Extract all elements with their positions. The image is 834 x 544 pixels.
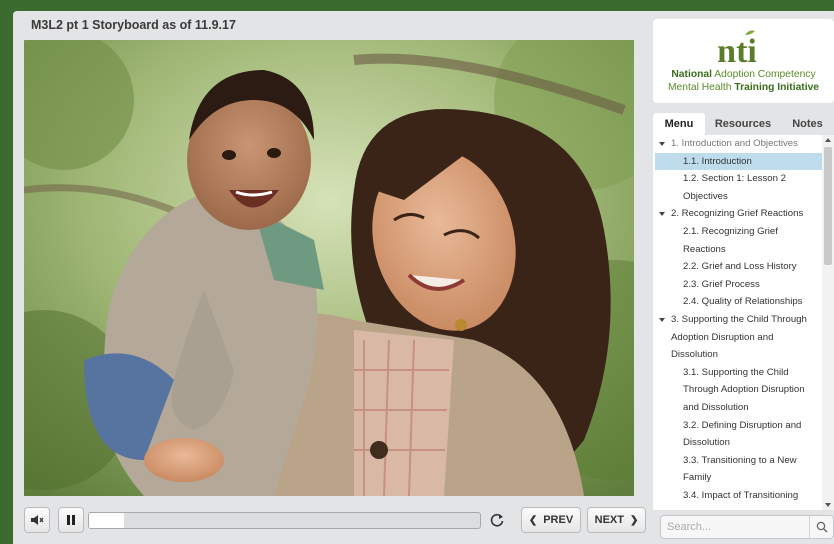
sidebar: nti National Adoption Competency Mental … [653, 19, 834, 544]
menu-item[interactable]: Adoption Disruption and [653, 329, 822, 347]
pause-button[interactable] [58, 507, 84, 533]
menu-item[interactable]: 2.1. Recognizing Grief [653, 223, 822, 241]
tab-resources[interactable]: Resources [705, 113, 781, 135]
menu-scrollbar[interactable] [822, 135, 834, 510]
logo: nti National Adoption Competency Mental … [653, 19, 834, 103]
menu-item-label: 1.2. Section 1: Lesson 2 [683, 173, 786, 185]
menu-item[interactable]: 3.4. Impact of Transitioning [653, 487, 822, 505]
menu-item-label: 2.3. Grief Process [683, 278, 760, 290]
menu-item[interactable]: Reactions [653, 241, 822, 259]
tab-notes[interactable]: Notes [781, 113, 834, 135]
next-label: NEXT [594, 514, 624, 526]
menu-item-label: Reactions [683, 243, 726, 255]
slide-image [24, 40, 634, 496]
logo-line2-bold: Training Initiative [734, 82, 820, 93]
progress-bar[interactable] [88, 512, 481, 529]
menu-item[interactable]: 2.3. Grief Process [653, 276, 822, 294]
next-button[interactable]: NEXT ❯ [587, 507, 646, 533]
menu-item-label: 1.1. Introduction [683, 155, 752, 167]
menu-item-label: Family [683, 472, 712, 484]
menu-item-label: Through Adoption Disruption [683, 384, 805, 396]
volume-button[interactable] [24, 507, 50, 533]
menu-item-label: 2.2. Grief and Loss History [683, 261, 797, 273]
chevron-left-icon: ❮ [528, 514, 538, 526]
menu-item[interactable]: 2.2. Grief and Loss History [653, 258, 822, 276]
slide-photo [24, 40, 634, 496]
menu-item-label: Dissolution [671, 349, 718, 361]
logo-line1-rest: Adoption Competency [712, 69, 816, 80]
logo-line2-start: Mental Health [667, 82, 735, 93]
logo-mark-text: nti [717, 33, 757, 69]
scroll-down-icon[interactable] [825, 503, 831, 507]
menu-item-label: 2.4. Quality of Relationships [683, 296, 803, 308]
menu-item-label: 3.4. Impact of Transitioning [683, 489, 799, 501]
menu-item[interactable]: and Dissolution [653, 399, 822, 417]
menu-item-label: Dissolution [683, 437, 730, 449]
menu-item-label: 2. Recognizing Grief Reactions [671, 208, 804, 220]
menu-item[interactable]: 3.2. Defining Disruption and [653, 417, 822, 435]
menu-item[interactable]: Family [653, 469, 822, 487]
search-icon [816, 521, 827, 533]
chevron-right-icon: ❯ [629, 514, 639, 526]
pause-icon [67, 515, 75, 525]
scroll-up-icon[interactable] [825, 138, 831, 142]
playback-controls: ❮ PREV NEXT ❯ [24, 507, 646, 537]
menu-item-label: Objectives [683, 190, 728, 202]
menu-section[interactable]: 1. Introduction and Objectives [653, 135, 822, 153]
menu-item-label: 3.2. Defining Disruption and [683, 419, 802, 431]
logo-text-line2: Mental Health Training Initiative [653, 82, 834, 93]
course-title: M3L2 pt 1 Storyboard as of 11.9.17 [31, 18, 236, 32]
menu-item-label: 1. Introduction and Objectives [671, 138, 798, 149]
search-box [660, 515, 834, 539]
menu-item-label: 3.1. Supporting the Child [683, 366, 789, 378]
prev-button[interactable]: ❮ PREV [521, 507, 581, 533]
volume-icon [31, 515, 44, 525]
menu-item-label: Adoption Disruption and [671, 331, 774, 343]
menu-item[interactable]: 3.1. Supporting the Child [653, 364, 822, 382]
menu-item-label: 3.3. Transitioning to a New [683, 454, 797, 466]
player-frame: M3L2 pt 1 Storyboard as of 11.9.17 ❮ PRE… [13, 11, 834, 544]
menu-item-label: 3. Supporting the Child Through [671, 313, 807, 325]
menu-section[interactable]: 2. Recognizing Grief Reactions [653, 205, 822, 223]
search-input[interactable] [661, 516, 809, 538]
caret-down-icon[interactable] [659, 317, 665, 322]
replay-icon [490, 513, 504, 527]
nti-logo-mark: nti [717, 30, 757, 69]
progress-fill [89, 513, 125, 528]
scroll-thumb[interactable] [824, 147, 832, 265]
logo-text-line1: National Adoption Competency [653, 69, 834, 80]
caret-down-icon[interactable] [659, 142, 665, 146]
menu-item-label: and Dissolution [683, 401, 749, 413]
sidebar-tabs: Menu Resources Notes [653, 113, 834, 135]
menu-section[interactable]: 3. Supporting the Child Through [653, 311, 822, 329]
menu-item[interactable]: 1.2. Section 1: Lesson 2 [653, 170, 822, 188]
tab-menu[interactable]: Menu [653, 113, 705, 135]
menu-item[interactable]: 3.3. Transitioning to a New [653, 452, 822, 470]
search-button[interactable] [809, 516, 833, 538]
menu-item[interactable]: 1.1. Introduction [655, 152, 822, 171]
menu-list: 1. Introduction and Objectives 1.1. Intro… [653, 135, 822, 504]
menu-item[interactable]: Dissolution [653, 434, 822, 452]
caret-down-icon[interactable] [659, 212, 665, 217]
menu-item[interactable]: Dissolution [653, 346, 822, 364]
logo-line1-bold: National [671, 69, 712, 80]
menu-item[interactable]: Through Adoption Disruption [653, 381, 822, 399]
menu-item[interactable]: 2.4. Quality of Relationships [653, 293, 822, 311]
menu-item-label: 2.1. Recognizing Grief [683, 225, 778, 237]
replay-button[interactable] [486, 507, 508, 533]
menu-item[interactable]: Objectives [653, 188, 822, 206]
prev-label: PREV [543, 514, 574, 526]
menu-panel: 1. Introduction and Objectives 1.1. Intro… [653, 135, 834, 510]
